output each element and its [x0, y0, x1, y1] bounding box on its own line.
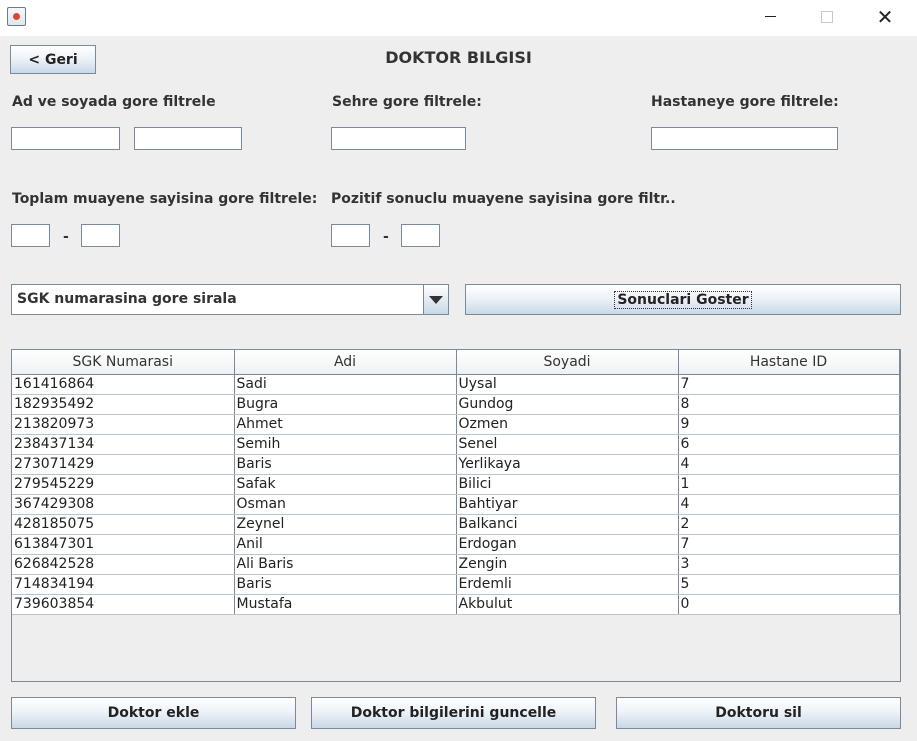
positive-min-input[interactable] — [331, 224, 370, 247]
cell-name[interactable]: Mustafa — [234, 594, 457, 615]
hospital-input[interactable] — [651, 127, 838, 150]
cell-sgk[interactable]: 238437134 — [12, 434, 235, 455]
column-header-hospital-id[interactable]: Hastane ID — [678, 350, 900, 375]
cell-hospital-id[interactable]: 7 — [678, 534, 900, 555]
java-cup-icon — [7, 7, 26, 26]
maximize-icon[interactable] — [804, 0, 850, 33]
cell-hospital-id[interactable]: 4 — [678, 494, 900, 515]
cell-sgk[interactable]: 161416864 — [12, 374, 235, 395]
cell-surname[interactable]: Zengin — [456, 554, 679, 575]
title-bar: ✕ — [0, 0, 917, 36]
doctor-table[interactable]: SGK Numarasi Adi Soyadi Hastane ID 16141… — [11, 349, 901, 682]
cell-surname[interactable]: Bilici — [456, 474, 679, 495]
cell-name[interactable]: Ahmet — [234, 414, 457, 435]
cell-sgk[interactable]: 428185075 — [12, 514, 235, 535]
cell-surname[interactable]: Erdemli — [456, 574, 679, 595]
cell-hospital-id[interactable]: 4 — [678, 454, 900, 475]
positive-range-separator: - — [383, 229, 389, 245]
chevron-down-icon[interactable] — [423, 285, 448, 314]
table-row[interactable]: 238437134 Semih Senel 6 — [12, 434, 900, 455]
sort-selected-value: SGK numarasina gore sirala — [17, 291, 237, 307]
table-row[interactable]: 428185075 Zeynel Balkanci 2 — [12, 514, 900, 535]
cell-surname[interactable]: Yerlikaya — [456, 454, 679, 475]
cell-hospital-id[interactable]: 2 — [678, 514, 900, 535]
name-filter-label: Ad ve soyada gore filtrele — [12, 94, 216, 110]
total-max-input[interactable] — [81, 224, 120, 247]
show-results-label: Sonuclari Goster — [614, 290, 752, 309]
cell-hospital-id[interactable]: 6 — [678, 434, 900, 455]
cell-hospital-id[interactable]: 7 — [678, 374, 900, 395]
cell-name[interactable]: Semih — [234, 434, 457, 455]
minimize-icon[interactable] — [747, 0, 793, 33]
cell-sgk[interactable]: 279545229 — [12, 474, 235, 495]
city-input[interactable] — [331, 127, 466, 150]
positive-exam-filter-label: Pozitif sonuclu muayene sayisina gore fi… — [331, 191, 676, 207]
column-header-surname[interactable]: Soyadi — [456, 350, 679, 375]
table-row[interactable]: 182935492 Bugra Gundog 8 — [12, 394, 900, 415]
table-row[interactable]: 213820973 Ahmet Ozmen 9 — [12, 414, 900, 435]
column-header-sgk[interactable]: SGK Numarasi — [12, 350, 235, 375]
cell-sgk[interactable]: 273071429 — [12, 454, 235, 475]
cell-hospital-id[interactable]: 5 — [678, 574, 900, 595]
cell-sgk[interactable]: 213820973 — [12, 414, 235, 435]
cell-surname[interactable]: Senel — [456, 434, 679, 455]
table-row[interactable]: 613847301 Anil Erdogan 7 — [12, 534, 900, 555]
city-filter-label: Sehre gore filtrele: — [332, 94, 482, 110]
table-row[interactable]: 367429308 Osman Bahtiyar 4 — [12, 494, 900, 515]
cell-name[interactable]: Osman — [234, 494, 457, 515]
page-title: DOKTOR BILGISI — [385, 48, 532, 67]
cell-sgk[interactable]: 182935492 — [12, 394, 235, 415]
add-doctor-button[interactable]: Doktor ekle — [11, 697, 296, 729]
cell-surname[interactable]: Bahtiyar — [456, 494, 679, 515]
cell-hospital-id[interactable]: 3 — [678, 554, 900, 575]
cell-sgk[interactable]: 714834194 — [12, 574, 235, 595]
cell-sgk[interactable]: 367429308 — [12, 494, 235, 515]
total-exam-filter-label: Toplam muayene sayisina gore filtrele: — [12, 191, 318, 207]
column-header-name[interactable]: Adi — [234, 350, 457, 375]
table-row[interactable]: 739603854 Mustafa Akbulut 0 — [12, 594, 900, 615]
total-range-separator: - — [63, 229, 69, 245]
cell-name[interactable]: Anil — [234, 534, 457, 555]
cell-surname[interactable]: Balkanci — [456, 514, 679, 535]
cell-sgk[interactable]: 613847301 — [12, 534, 235, 555]
close-icon[interactable]: ✕ — [862, 0, 908, 33]
cell-surname[interactable]: Gundog — [456, 394, 679, 415]
hospital-filter-label: Hastaneye gore filtrele: — [651, 94, 839, 110]
table-row[interactable]: 273071429 Baris Yerlikaya 4 — [12, 454, 900, 475]
cell-sgk[interactable]: 739603854 — [12, 594, 235, 615]
table-row[interactable]: 161416864 Sadi Uysal 7 — [12, 374, 900, 395]
show-results-button[interactable]: Sonuclari Goster — [465, 284, 901, 315]
cell-name[interactable]: Zeynel — [234, 514, 457, 535]
cell-name[interactable]: Bugra — [234, 394, 457, 415]
sort-dropdown[interactable]: SGK numarasina gore sirala — [11, 284, 449, 315]
total-min-input[interactable] — [11, 224, 50, 247]
table-row[interactable]: 279545229 Safak Bilici 1 — [12, 474, 900, 495]
cell-name[interactable]: Ali Baris — [234, 554, 457, 575]
table-row[interactable]: 626842528 Ali Baris Zengin 3 — [12, 554, 900, 575]
cell-hospital-id[interactable]: 9 — [678, 414, 900, 435]
positive-max-input[interactable] — [401, 224, 440, 247]
last-name-input[interactable] — [134, 127, 242, 150]
table-row[interactable]: 714834194 Baris Erdemli 5 — [12, 574, 900, 595]
cell-name[interactable]: Baris — [234, 574, 457, 595]
cell-surname[interactable]: Uysal — [456, 374, 679, 395]
cell-hospital-id[interactable]: 1 — [678, 474, 900, 495]
update-doctor-button[interactable]: Doktor bilgilerini guncelle — [311, 697, 596, 729]
first-name-input[interactable] — [11, 127, 120, 150]
cell-surname[interactable]: Akbulut — [456, 594, 679, 615]
cell-surname[interactable]: Ozmen — [456, 414, 679, 435]
cell-name[interactable]: Sadi — [234, 374, 457, 395]
cell-surname[interactable]: Erdogan — [456, 534, 679, 555]
cell-hospital-id[interactable]: 0 — [678, 594, 900, 615]
cell-name[interactable]: Safak — [234, 474, 457, 495]
cell-name[interactable]: Baris — [234, 454, 457, 475]
table-header-row: SGK Numarasi Adi Soyadi Hastane ID — [12, 350, 900, 375]
cell-sgk[interactable]: 626842528 — [12, 554, 235, 575]
delete-doctor-button[interactable]: Doktoru sil — [616, 697, 901, 729]
cell-hospital-id[interactable]: 8 — [678, 394, 900, 415]
